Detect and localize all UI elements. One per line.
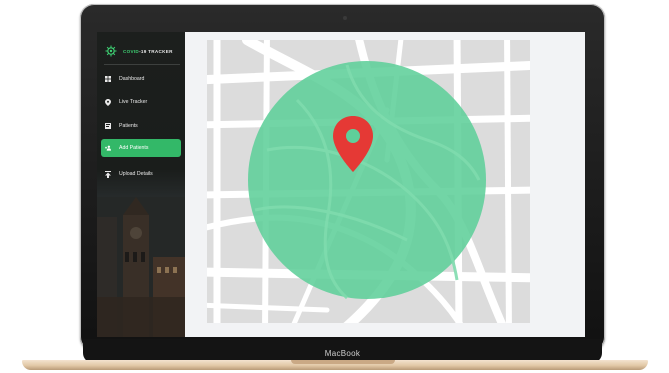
upload-icon — [105, 170, 111, 178]
sidebar-item-upload-details[interactable]: Upload Details — [101, 165, 181, 183]
app-logo[interactable]: COVID-19 TRACKER — [105, 44, 173, 58]
sidebar-item-live-tracker[interactable]: Live Tracker — [101, 93, 181, 111]
sidebar-item-add-patients[interactable]: Add Patients — [101, 139, 181, 157]
dashboard-icon — [105, 76, 111, 82]
app-title-rest: -19 TRACKER — [139, 48, 173, 54]
sidebar-item-label: Add Patients — [119, 145, 149, 151]
app-screen: COVID-19 TRACKER Dashboard Live Tracker … — [97, 32, 585, 337]
laptop-notch — [291, 360, 395, 364]
map-canvas[interactable] — [207, 40, 530, 323]
virus-icon — [105, 45, 117, 57]
app-title-brand: COVID — [123, 48, 140, 54]
app-title: COVID-19 TRACKER — [123, 49, 173, 54]
sidebar: COVID-19 TRACKER Dashboard Live Tracker … — [97, 32, 185, 337]
sidebar-divider — [104, 64, 180, 65]
camera-icon — [343, 16, 347, 20]
sidebar-item-label: Upload Details — [119, 171, 153, 177]
sidebar-item-patients[interactable]: Patients — [101, 117, 181, 135]
live-map[interactable] — [207, 40, 530, 323]
location-pin-icon — [105, 98, 111, 106]
sidebar-item-label: Dashboard — [119, 76, 145, 82]
sidebar-item-label: Patients — [119, 123, 138, 129]
sidebar-city-background — [97, 197, 185, 337]
sidebar-item-label: Live Tracker — [119, 99, 148, 105]
patients-icon — [105, 123, 111, 129]
add-user-icon — [105, 145, 111, 151]
laptop-brand-label: MacBook — [324, 349, 361, 358]
sidebar-item-dashboard[interactable]: Dashboard — [101, 70, 181, 88]
infection-radius-circle — [248, 61, 486, 299]
